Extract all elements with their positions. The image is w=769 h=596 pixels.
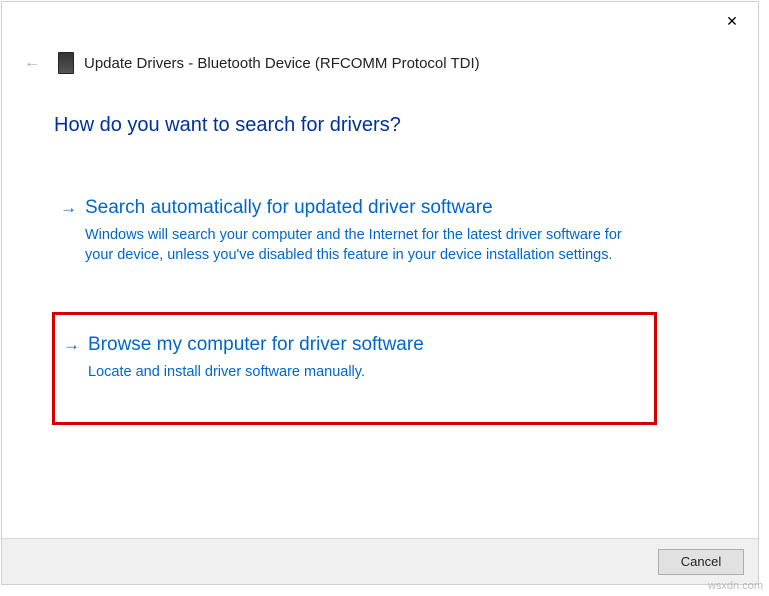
option-title: Browse my computer for driver software bbox=[88, 333, 634, 358]
arrow-right-icon: → bbox=[63, 335, 80, 355]
device-icon bbox=[58, 52, 74, 74]
option-title: Search automatically for updated driver … bbox=[85, 196, 630, 221]
option-description: Windows will search your computer and th… bbox=[85, 225, 625, 266]
option-browse-computer[interactable]: → Browse my computer for driver software… bbox=[52, 312, 657, 425]
update-drivers-dialog: ✕ ← Update Drivers - Bluetooth Device (R… bbox=[1, 1, 759, 585]
back-arrow-icon: ← bbox=[24, 54, 40, 72]
dialog-title: Update Drivers - Bluetooth Device (RFCOM… bbox=[84, 55, 480, 72]
arrow-right-icon: → bbox=[60, 198, 77, 218]
close-button[interactable]: ✕ bbox=[716, 8, 748, 34]
watermark: wsxdn.com bbox=[708, 580, 763, 592]
option-description: Locate and install driver software manua… bbox=[88, 362, 628, 382]
main-heading: How do you want to search for drivers? bbox=[54, 114, 401, 137]
cancel-button[interactable]: Cancel bbox=[658, 549, 744, 575]
dialog-header: ← Update Drivers - Bluetooth Device (RFC… bbox=[24, 52, 480, 74]
close-icon: ✕ bbox=[726, 13, 738, 30]
dialog-footer: Cancel bbox=[2, 538, 758, 584]
option-search-automatically[interactable]: → Search automatically for updated drive… bbox=[60, 186, 650, 283]
